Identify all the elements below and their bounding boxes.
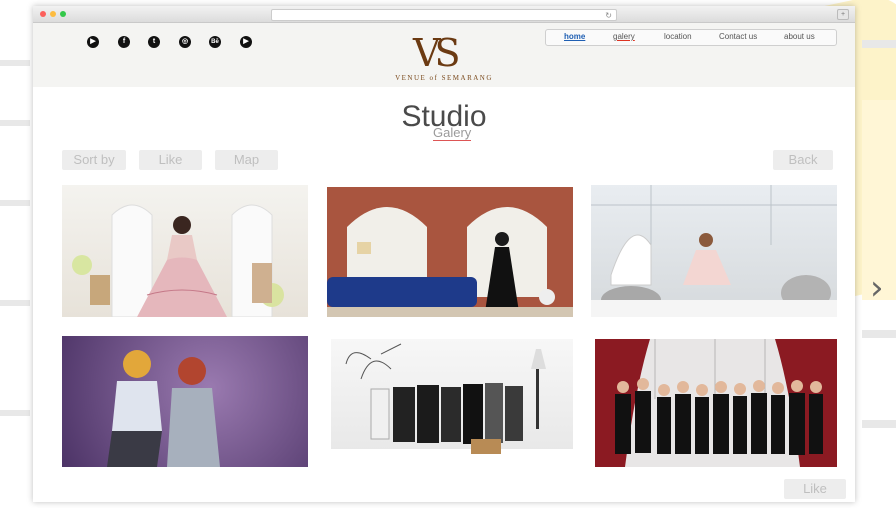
chevron-right-icon[interactable]: › <box>870 268 884 308</box>
black-gown-brick-photo[interactable] <box>327 187 573 317</box>
main-nav: home galery location Contact us about us <box>545 29 837 46</box>
page-subtitle: Galery <box>433 125 472 141</box>
facebook-icon[interactable]: f <box>118 36 130 48</box>
white-room-photo[interactable] <box>591 185 837 317</box>
nav-contact-us[interactable]: Contact us <box>719 32 757 41</box>
new-tab-button[interactable]: + <box>837 9 849 20</box>
like-bottom-button[interactable]: Like <box>784 479 846 499</box>
back-button[interactable]: Back <box>773 150 833 170</box>
site-tagline: VENUE of SEMARANG <box>395 74 493 82</box>
site-logo[interactable]: VS <box>413 33 461 73</box>
instagram-icon[interactable]: ◎ <box>179 36 191 48</box>
sort-by-button[interactable]: Sort by <box>62 150 126 170</box>
nav-galery[interactable]: galery <box>613 32 635 41</box>
nav-location[interactable]: location <box>664 32 692 41</box>
youtube-icon[interactable]: ▶ <box>87 36 99 48</box>
reload-icon[interactable]: ↻ <box>605 11 612 20</box>
group-red-curtain-photo[interactable] <box>595 339 837 467</box>
site-header: ▶ f t ◎ Bē ▶ VS VENUE of SEMARANG home g… <box>33 23 855 87</box>
browser-chrome: ↻ + <box>33 6 855 23</box>
minimize-window-dot[interactable] <box>50 11 56 17</box>
two-women-purple-photo[interactable] <box>62 336 308 467</box>
nav-about-us[interactable]: about us <box>784 32 815 41</box>
address-bar[interactable]: ↻ <box>271 9 617 21</box>
map-button[interactable]: Map <box>215 150 278 170</box>
behance-icon[interactable]: Bē <box>209 36 221 48</box>
maximize-window-dot[interactable] <box>60 11 66 17</box>
group-white-set-photo[interactable] <box>331 339 573 467</box>
like-filter-button[interactable]: Like <box>139 150 202 170</box>
vimeo-icon[interactable]: ▶ <box>240 36 252 48</box>
pink-gown-photo[interactable] <box>62 185 308 317</box>
browser-window: ↻ + ▶ f t ◎ Bē ▶ VS VENUE of SEMARANG ho… <box>33 6 855 502</box>
nav-home[interactable]: home <box>564 32 585 41</box>
close-window-dot[interactable] <box>40 11 46 17</box>
twitter-icon[interactable]: t <box>148 36 160 48</box>
